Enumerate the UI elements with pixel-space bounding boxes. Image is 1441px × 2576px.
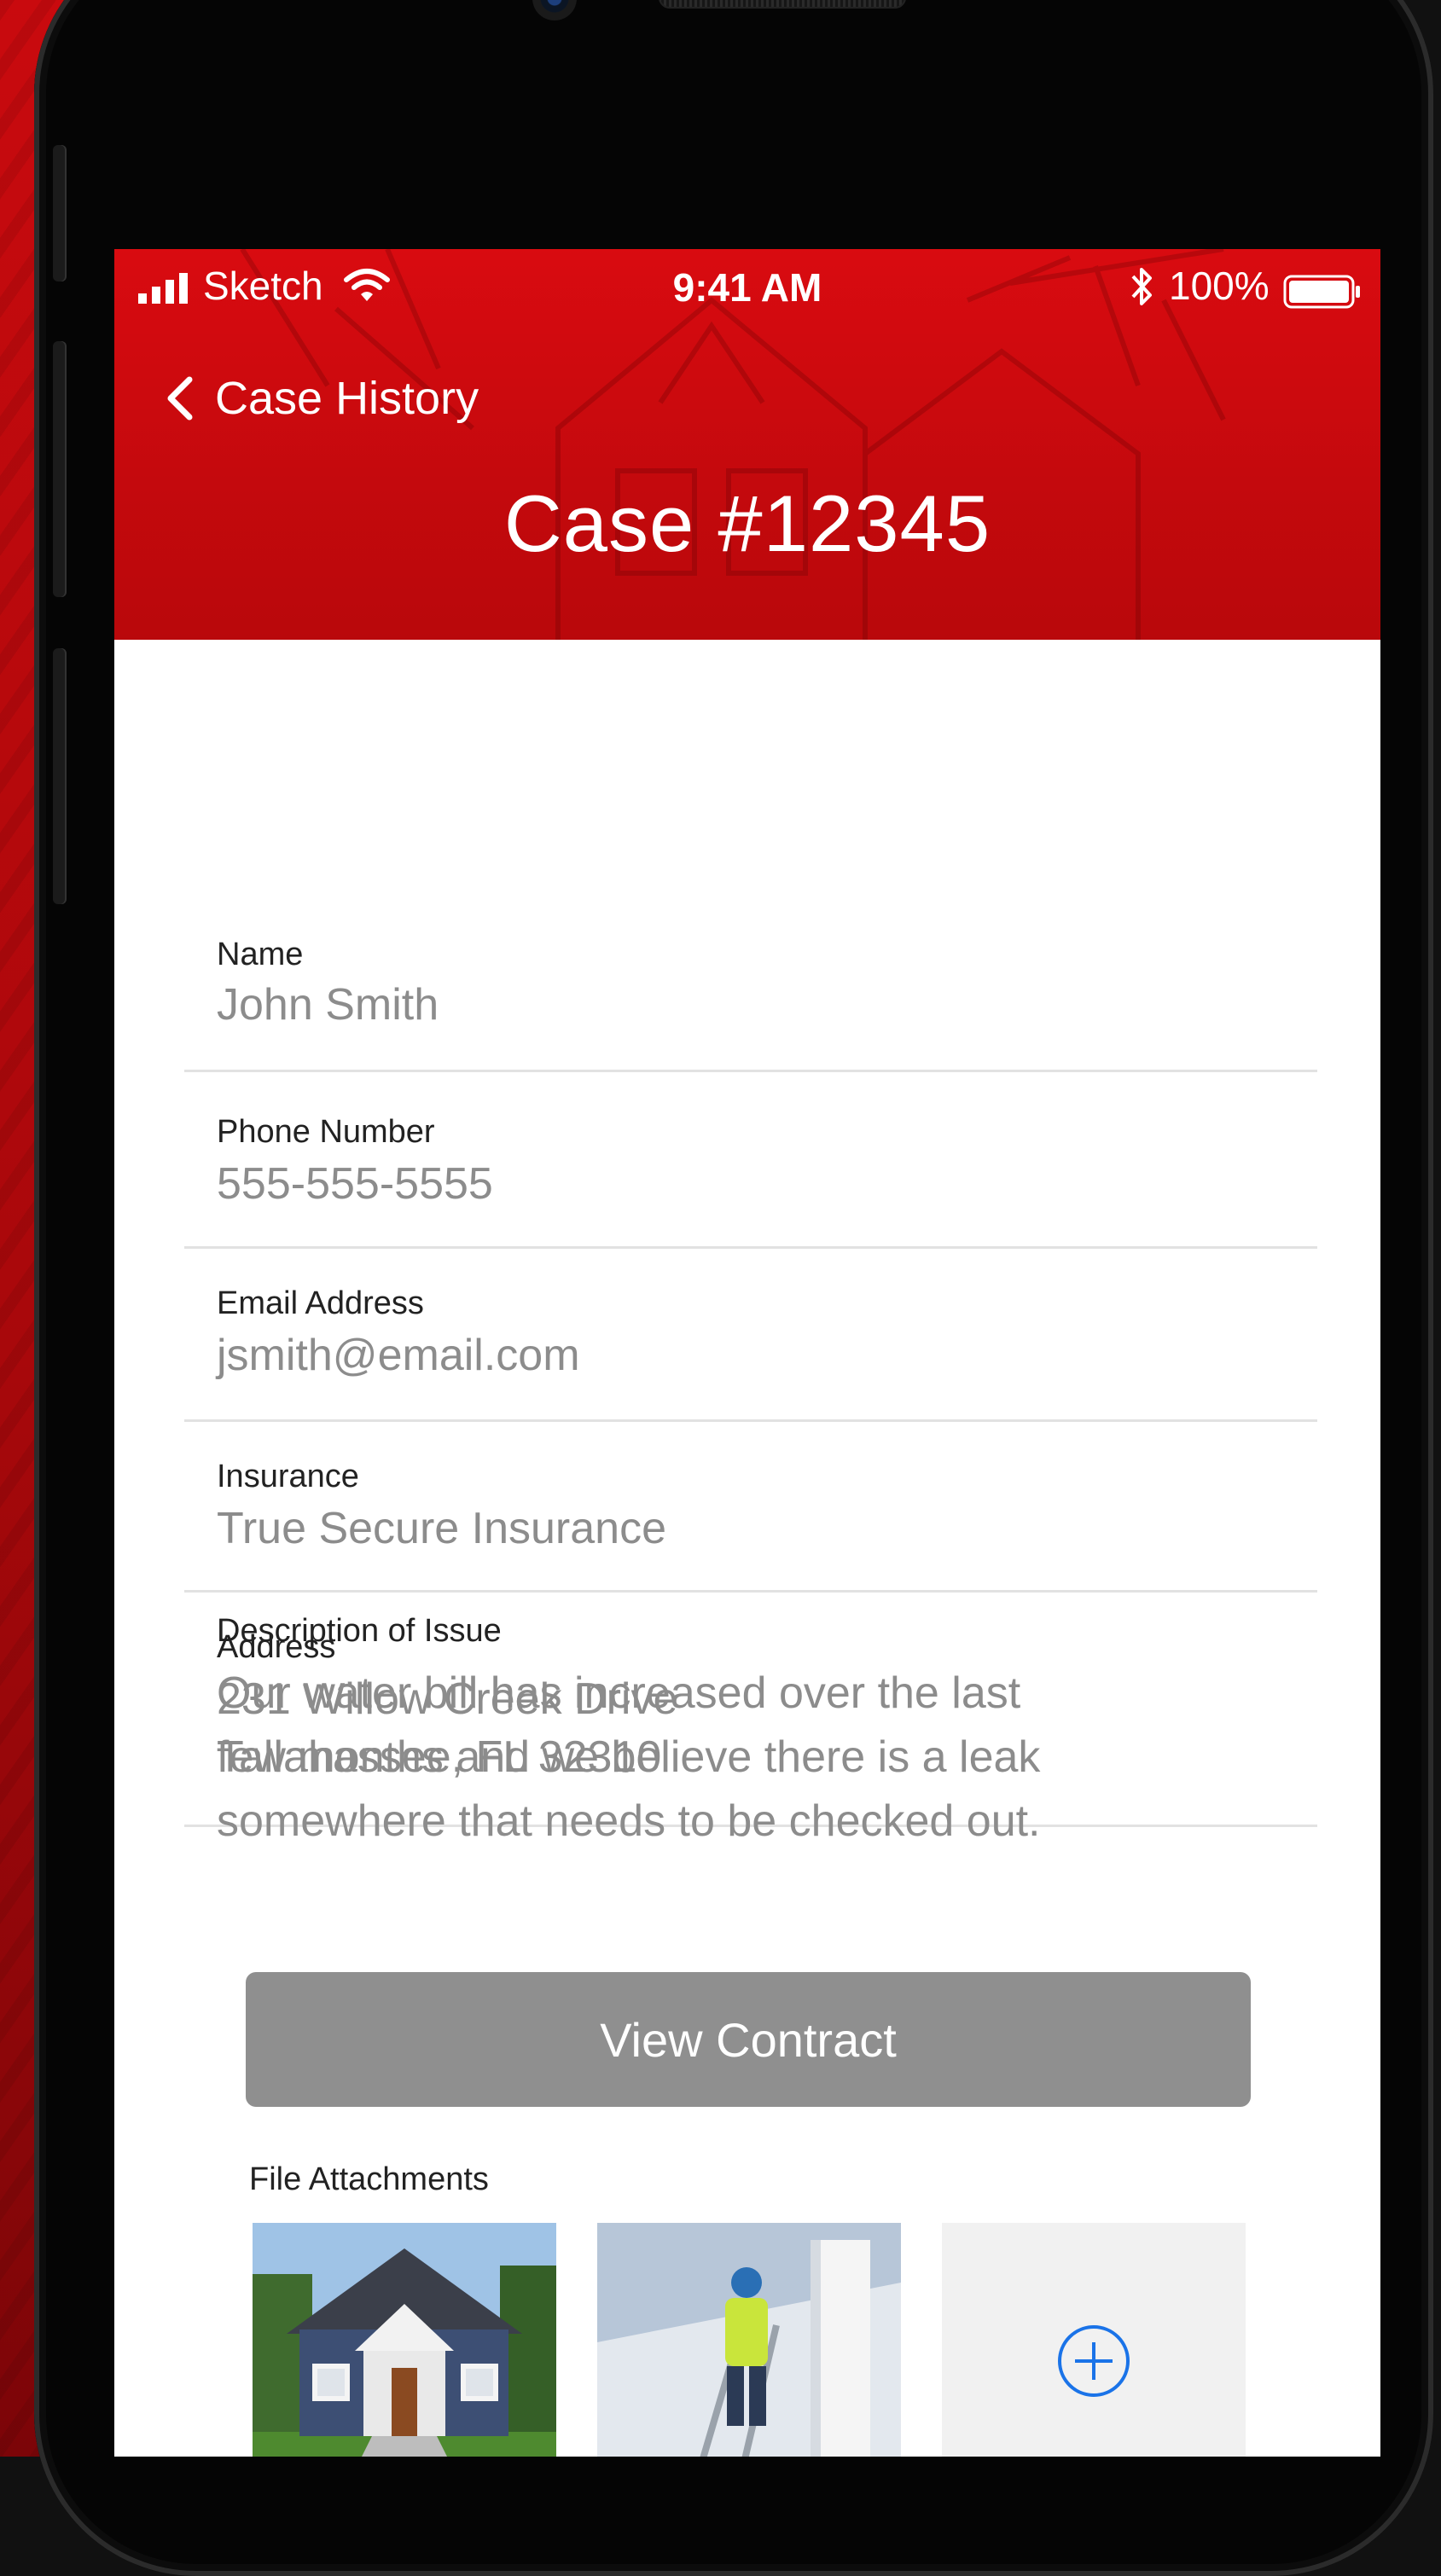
battery-percent: 100%	[1169, 264, 1270, 308]
house-photo-image	[253, 2223, 556, 2457]
attachment-house-photo[interactable]	[253, 2223, 556, 2457]
case-header: Sketch 9:41 AM 100% Case History Case #1…	[114, 249, 1380, 640]
earpiece-speaker	[659, 0, 906, 9]
volume-up-button	[53, 341, 67, 597]
insurance-value: True Secure Insurance	[217, 1504, 667, 1553]
attachment-worker-photo[interactable]	[597, 2223, 901, 2457]
back-button[interactable]: Case History	[166, 368, 479, 428]
chevron-left-icon	[167, 376, 193, 421]
email-value: jsmith@email.com	[217, 1331, 580, 1380]
view-contract-button[interactable]: View Contract	[246, 1972, 1251, 2107]
mute-switch	[53, 145, 67, 281]
email-label: Email Address	[217, 1285, 424, 1321]
phone-field: Phone Number 555-555-5555	[184, 1070, 1317, 1249]
name-field: Name John Smith	[184, 640, 1317, 1072]
back-button-label: Case History	[215, 373, 479, 424]
bluetooth-icon	[1131, 268, 1152, 305]
description-value: Our water bill has increased over the la…	[217, 1668, 1041, 1846]
email-field: Email Address jsmith@email.com	[184, 1246, 1317, 1422]
front-camera	[532, 0, 577, 20]
insurance-field: Insurance True Secure Insurance	[184, 1419, 1317, 1593]
status-bar: Sketch 9:41 AM 100%	[114, 249, 1380, 331]
name-label: Name	[217, 937, 304, 972]
file-attachments-label: File Attachments	[249, 2161, 489, 2197]
add-attachment-button[interactable]	[942, 2223, 1246, 2457]
battery-icon	[1283, 275, 1360, 309]
app-screen: Sketch 9:41 AM 100% Case History Case #1…	[114, 249, 1380, 2457]
page-title: Case #12345	[503, 479, 991, 568]
name-value: John Smith	[217, 980, 439, 1030]
volume-down-button	[53, 648, 67, 904]
plus-circle-icon	[1058, 2325, 1130, 2397]
phone-value: 555-555-5555	[217, 1159, 493, 1209]
insurance-label: Insurance	[217, 1459, 359, 1494]
worker-on-ladder-photo-image	[597, 2223, 901, 2457]
phone-label: Phone Number	[217, 1114, 435, 1150]
description-label: Description of Issue	[217, 1613, 502, 1649]
